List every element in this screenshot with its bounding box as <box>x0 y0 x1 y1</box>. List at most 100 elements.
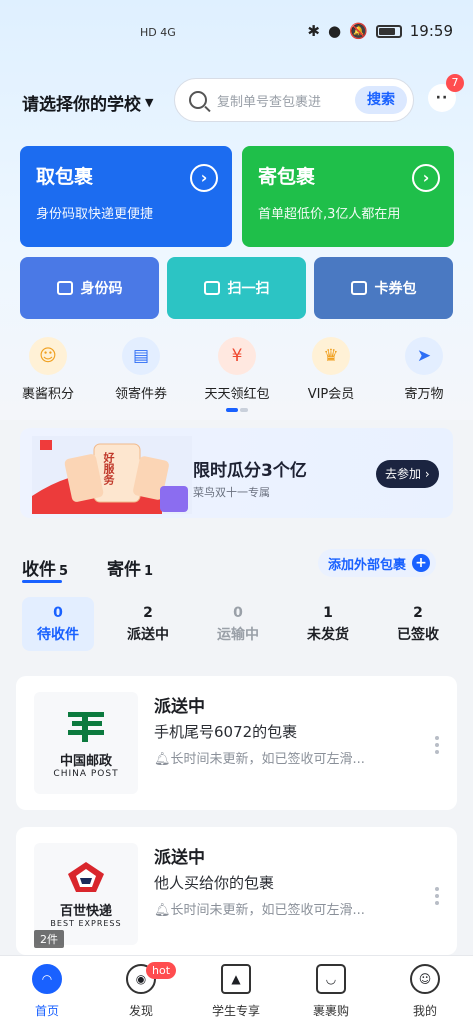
pickup-title: 取包裹 <box>36 166 94 188</box>
hot-badge: hot <box>146 962 177 979</box>
china-post-logo-icon <box>68 711 104 742</box>
tab-receive-count: 5 <box>59 564 69 579</box>
nav-label: 我的 <box>412 1004 437 1018</box>
icon-item-send-anything[interactable]: ➤ 寄万物 <box>379 337 469 402</box>
nav-profile[interactable]: ☺ 我的 <box>380 964 470 1019</box>
join-button[interactable]: 去参加 › <box>376 460 439 488</box>
filter-pending[interactable]: 0 待收件 <box>22 597 94 651</box>
icon-item-vip[interactable]: ♛ VIP会员 <box>286 337 376 402</box>
scan-label: 扫一扫 <box>227 281 270 297</box>
icon-item-label: 裹酱积分 <box>21 387 74 402</box>
status-right: ✱ ● 🔕 19:59 <box>307 22 453 40</box>
filter-label: 待收件 <box>37 627 79 643</box>
join-label: 去参加 <box>385 467 422 481</box>
vip-icon: ♛ <box>312 337 350 375</box>
parcel-card[interactable]: 百世快递 BEST EXPRESS 2件 派送中 他人买给你的包裹 🔔︎长时间未… <box>16 827 457 955</box>
filter-label: 派送中 <box>127 627 169 643</box>
wallet-button[interactable]: 卡券包 <box>314 257 453 319</box>
promo-banner[interactable]: 好服务 限时瓜分3个亿 菜鸟双十一专属 去参加 › <box>20 428 453 518</box>
parcel-status: 派送中 <box>154 848 205 868</box>
bell-icon: 🔔︎ <box>154 752 171 767</box>
icon-item-coupon[interactable]: ▤ 领寄件券 <box>96 337 186 402</box>
send-subtitle: 首单超低价,3亿人都在用 <box>258 207 401 222</box>
parcel-note: 🔔︎长时间未更新，如已签收可左滑... <box>154 899 365 918</box>
id-code-button[interactable]: 身份码 <box>20 257 159 319</box>
shopping-bag-icon: ◡ <box>316 964 346 994</box>
caret-down-icon: ▼ <box>145 96 154 109</box>
message-badge: 7 <box>446 74 464 92</box>
school-label: 请选择你的学校 <box>22 95 141 115</box>
icon-item-red-packet[interactable]: ¥ 天天领红包 <box>192 337 282 402</box>
filter-in-transit[interactable]: 0 运输中 <box>202 597 274 651</box>
page-indicator <box>226 408 248 412</box>
filter-count: 0 <box>233 605 243 621</box>
search-button[interactable]: 搜索 <box>355 86 407 114</box>
item-count-badge: 2件 <box>34 930 64 948</box>
pickup-card[interactable]: 取包裹 身份码取快递更便捷 › <box>20 146 232 247</box>
filter-delivering[interactable]: 2 派送中 <box>112 597 184 651</box>
filter-signed[interactable]: 2 已签收 <box>382 597 454 651</box>
filter-label: 运输中 <box>217 627 259 643</box>
tab-send[interactable]: 寄件 1 <box>107 555 153 580</box>
scan-button[interactable]: 扫一扫 <box>167 257 306 319</box>
best-express-logo-icon <box>68 862 104 892</box>
plus-icon: + <box>412 554 431 572</box>
parcel-note-text: 长时间未更新，如已签收可左滑... <box>170 752 365 767</box>
filter-count: 1 <box>323 605 333 621</box>
tab-send-count: 1 <box>144 564 154 579</box>
bluetooth-icon: ✱ <box>307 22 320 40</box>
smile-coin-icon: ☺ <box>29 337 67 375</box>
nav-label: 首页 <box>34 1004 59 1018</box>
send-card[interactable]: 寄包裹 首单超低价,3亿人都在用 › <box>242 146 454 247</box>
clock: 19:59 <box>409 22 453 40</box>
add-external-parcel-button[interactable]: 添加外部包裹 + <box>318 549 437 577</box>
filter-label: 未发货 <box>307 627 349 643</box>
icon-item-label: VIP会员 <box>307 387 355 402</box>
bottom-nav: ◠ 首页 ◉ 发现 ▲ 学生专享 ◡ 裹裹购 ☺ 我的 <box>0 955 473 1024</box>
chevron-right-icon: › <box>424 467 430 481</box>
icon-item-label: 天天领红包 <box>204 387 270 402</box>
parcel-card[interactable]: 中国邮政 CHINA POST 派送中 手机尾号6072的包裹 🔔︎长时间未更新… <box>16 676 457 810</box>
search-bar[interactable]: 复制单号查包裹进 搜索 <box>174 78 414 122</box>
search-icon <box>189 91 207 109</box>
status-bar: HD 4G ✱ ● 🔕 19:59 <box>0 0 473 66</box>
mute-icon: 🔕 <box>349 22 368 40</box>
parcel-note-text: 长时间未更新，如已签收可左滑... <box>170 903 365 918</box>
id-code-icon <box>56 281 73 295</box>
parcel-description: 手机尾号6072的包裹 <box>154 723 298 741</box>
filter-label: 已签收 <box>397 627 439 643</box>
filter-count: 2 <box>143 605 153 621</box>
nav-student[interactable]: ▲ 学生专享 <box>191 964 281 1019</box>
add-external-label: 添加外部包裹 <box>328 557 407 573</box>
coupon-icon: ▤ <box>122 337 160 375</box>
filter-not-shipped[interactable]: 1 未发货 <box>292 597 364 651</box>
icon-item-label: 领寄件券 <box>114 387 167 402</box>
carrier-name-en: CHINA POST <box>53 768 119 779</box>
pickup-subtitle: 身份码取快递更便捷 <box>36 207 154 222</box>
icon-item-points[interactable]: ☺ 裹酱积分 <box>3 337 93 402</box>
location-icon: ● <box>327 22 342 40</box>
more-options-icon[interactable] <box>435 736 439 754</box>
wallet-icon <box>350 281 367 295</box>
carrier-name-en: BEST EXPRESS <box>50 919 122 928</box>
filter-count: 0 <box>53 605 63 621</box>
school-selector[interactable]: 请选择你的学校 ▼ <box>22 90 153 115</box>
icon-item-label: 寄万物 <box>404 387 444 402</box>
chevron-right-icon: › <box>412 164 440 192</box>
carrier-name-cn: 百世快递 <box>59 904 112 919</box>
search-placeholder: 复制单号查包裹进 <box>217 94 322 110</box>
parcel-description: 他人买给你的包裹 <box>154 874 275 892</box>
more-options-icon[interactable] <box>435 887 439 905</box>
paper-plane-icon: ➤ <box>405 337 443 375</box>
graduation-cap-icon: ▲ <box>221 964 251 994</box>
tab-receive[interactable]: 收件 5 <box>22 555 68 580</box>
scan-icon <box>203 281 220 295</box>
nav-shop[interactable]: ◡ 裹裹购 <box>286 964 376 1019</box>
send-title: 寄包裹 <box>258 166 316 188</box>
promo-art-text: 好服务 <box>102 452 115 485</box>
red-packet-icon: ¥ <box>218 337 256 375</box>
home-icon: ◠ <box>32 964 62 994</box>
nav-label: 裹裹购 <box>312 1004 349 1018</box>
nav-home[interactable]: ◠ 首页 <box>2 964 92 1019</box>
tab-indicator <box>22 580 62 583</box>
